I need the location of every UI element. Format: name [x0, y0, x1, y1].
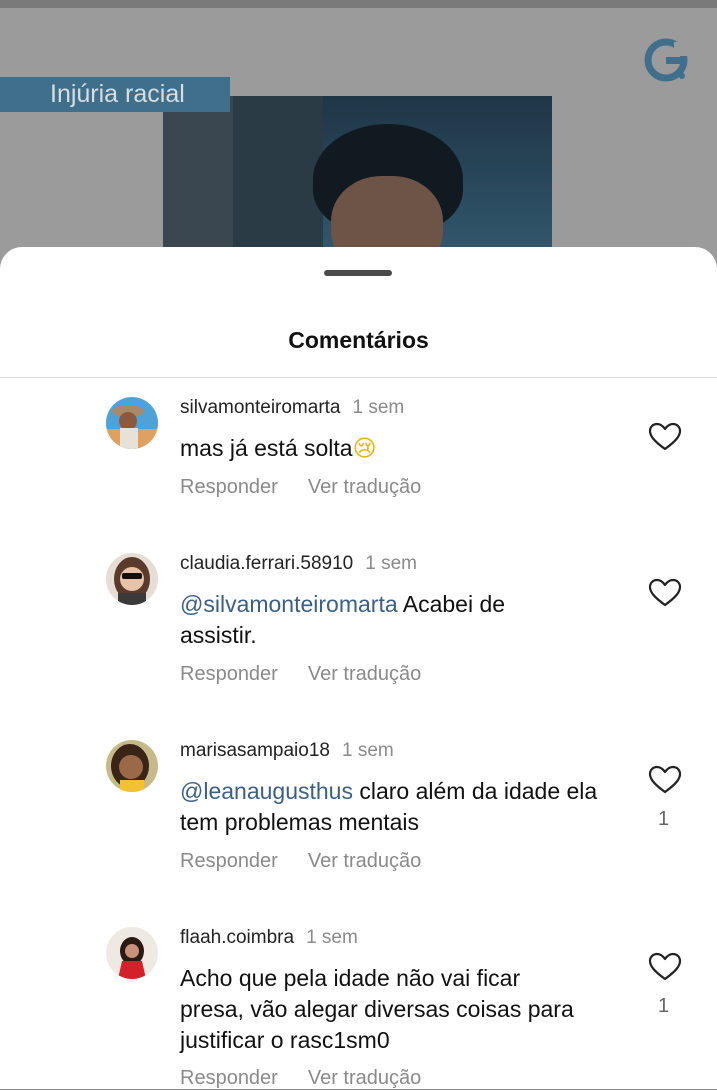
crying-face-emoji: 😢: [352, 435, 377, 461]
comment-text: Acho que pela idade não vai ficar presa,…: [180, 965, 574, 1053]
reply-button[interactable]: Responder: [180, 850, 278, 872]
sheet-title: Comentários: [288, 327, 429, 353]
mention-link[interactable]: @leanaugusthus: [180, 778, 353, 804]
like-count: 1: [658, 808, 670, 830]
translate-button[interactable]: Ver tradução: [308, 1067, 421, 1089]
status-strip: [0, 0, 717, 8]
divider: [0, 377, 717, 378]
avatar[interactable]: [106, 927, 158, 979]
comment-time: 1 sem: [365, 553, 417, 574]
translate-button[interactable]: Ver tradução: [308, 850, 421, 872]
reply-button[interactable]: Responder: [180, 663, 278, 685]
reply-button[interactable]: Responder: [180, 476, 278, 498]
g-logo-icon: [644, 38, 688, 82]
comment-text: @leanaugusthus claro além da idade ela t…: [180, 778, 598, 835]
comment-time: 1 sem: [341, 740, 394, 761]
comment-text: @silvamonteiromarta Acabei de assistir.: [180, 591, 506, 648]
post-tag: Injúria racial: [0, 77, 230, 112]
avatar[interactable]: [106, 740, 158, 792]
comment-username[interactable]: claudia.ferrari.58910: [180, 553, 353, 574]
post-photo: [163, 96, 552, 270]
comments-sheet: Comentários silvamonteiromarta 1 sem mas …: [0, 247, 717, 1089]
comment-username[interactable]: flaah.coimbra: [180, 927, 294, 948]
mention-link[interactable]: @silvamonteiromarta: [180, 591, 398, 617]
heart-outline-icon[interactable]: [648, 422, 682, 452]
drag-handle[interactable]: [324, 270, 392, 276]
avatar[interactable]: [106, 397, 158, 449]
comment-username[interactable]: marisasampaio18: [180, 740, 330, 761]
like-count: 1: [658, 995, 670, 1017]
avatar[interactable]: [106, 553, 158, 605]
translate-button[interactable]: Ver tradução: [308, 476, 421, 498]
heart-outline-icon[interactable]: [648, 578, 682, 608]
heart-outline-icon[interactable]: [648, 765, 682, 795]
comment-username[interactable]: silvamonteiromarta: [180, 397, 341, 418]
heart-outline-icon[interactable]: [648, 952, 682, 982]
reply-button[interactable]: Responder: [180, 1067, 278, 1089]
comment-time: 1 sem: [352, 397, 405, 418]
comment-text: mas já está solta😢: [180, 435, 377, 461]
translate-button[interactable]: Ver tradução: [308, 663, 421, 685]
comment-time: 1 sem: [306, 927, 358, 948]
background-post: Injúria racial: [0, 0, 717, 270]
